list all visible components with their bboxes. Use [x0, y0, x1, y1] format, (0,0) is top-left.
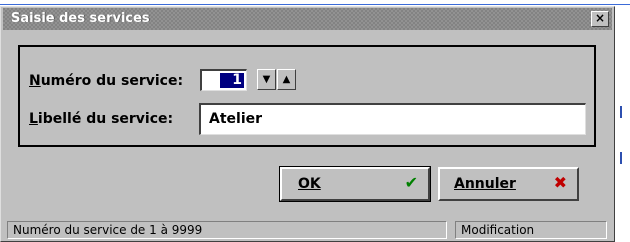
libelle-label-text: ibellé du service: — [37, 111, 174, 127]
libelle-label: Libellé du service: — [29, 111, 173, 127]
numero-label: Numéro du service: — [29, 73, 183, 89]
libelle-input[interactable]: Atelier — [199, 103, 586, 135]
cancel-label: Annuler — [454, 176, 516, 192]
libelle-label-accel: L — [29, 111, 38, 127]
ok-button[interactable]: OK ✔ — [279, 166, 431, 202]
spin-down-button[interactable]: ▼ — [257, 69, 276, 90]
window-title: Saisie des services — [11, 11, 150, 26]
cancel-button[interactable]: Annuler ✖ — [438, 167, 579, 201]
title-bar[interactable]: Saisie des services × — [3, 8, 612, 30]
dialog-window: Saisie des services × Numéro du service:… — [0, 6, 615, 242]
numero-input[interactable]: 1 — [200, 69, 247, 91]
ok-label: OK — [298, 176, 321, 192]
close-icon: × — [594, 11, 606, 25]
status-mode: Modification — [455, 221, 607, 239]
arrow-up-icon: ▲ — [282, 74, 291, 85]
status-hint: Numéro du service de 1 à 9999 — [7, 221, 447, 239]
spin-up-button[interactable]: ▲ — [277, 69, 296, 90]
numero-label-text: uméro du service: — [40, 73, 184, 89]
cross-icon: ✖ — [553, 173, 567, 192]
arrow-down-icon: ▼ — [262, 74, 271, 85]
numero-label-accel: N — [29, 73, 41, 89]
close-button[interactable]: × — [591, 11, 609, 27]
background-mark — [620, 152, 622, 164]
numero-value: 1 — [220, 73, 244, 88]
check-icon: ✔ — [404, 173, 418, 192]
status-bar: Numéro du service de 1 à 9999 Modificati… — [3, 221, 612, 239]
background-mark — [620, 106, 622, 118]
background-line — [0, 4, 630, 5]
service-groupbox: Numéro du service: 1 ▼ ▲ Libellé du serv… — [18, 45, 596, 147]
